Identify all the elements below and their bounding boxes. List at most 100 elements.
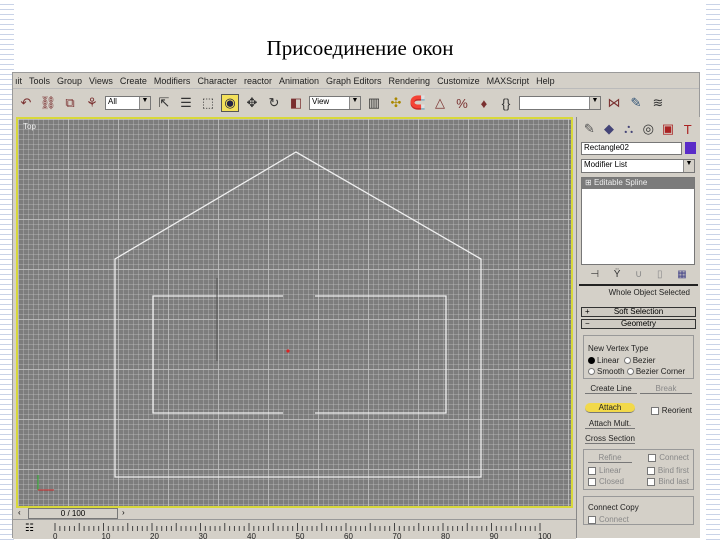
refine-button[interactable]: Refine xyxy=(588,453,632,463)
ref-coord-dropdown[interactable]: View ▼ xyxy=(309,96,361,110)
soft-selection-rollout[interactable]: + Soft Selection xyxy=(581,307,696,317)
menu-create[interactable]: Create xyxy=(120,76,147,86)
move-icon[interactable]: ✥ xyxy=(243,94,261,112)
menu-tools[interactable]: Tools xyxy=(29,76,50,86)
linear-checkbox[interactable]: Linear xyxy=(588,466,621,475)
pivot-point xyxy=(286,349,290,353)
undo-icon[interactable]: ↶ xyxy=(17,94,35,112)
pin-stack-icon[interactable]: ⊣ xyxy=(590,269,599,280)
time-next-icon[interactable]: › xyxy=(122,508,125,517)
make-unique-icon[interactable]: ∪ xyxy=(635,269,642,280)
modifier-stack: ⊞ Editable Spline xyxy=(581,177,695,265)
track-ticks xyxy=(54,523,541,531)
checkbox-label: Connect xyxy=(659,453,689,462)
modifier-list-dropdown[interactable]: Modifier List ▼ xyxy=(581,159,695,173)
rotate-icon[interactable]: ↻ xyxy=(265,94,283,112)
rollout-area[interactable]: Whole Object Selected + Soft Selection − G… xyxy=(579,284,698,525)
utilities-tab-icon[interactable]: T xyxy=(679,120,696,138)
mini-curve-editor-icon[interactable]: ☷ xyxy=(25,523,34,534)
select-by-name-icon[interactable]: ☰ xyxy=(177,94,195,112)
manipulate-icon[interactable]: ✣ xyxy=(387,94,405,112)
slide-decoration-right xyxy=(706,0,720,540)
configure-sets-icon[interactable]: ▦ xyxy=(677,269,686,280)
align-icon[interactable]: ✎ xyxy=(627,94,645,112)
create-line-button[interactable]: Create Line xyxy=(585,384,637,394)
reorient-checkbox[interactable]: Reorient xyxy=(650,406,692,415)
time-slider[interactable]: ‹ 0 / 100 › xyxy=(16,508,573,519)
layer-icon[interactable]: ≋ xyxy=(649,94,667,112)
chevron-down-icon: ▼ xyxy=(589,97,600,109)
hierarchy-tab-icon[interactable]: ⛬ xyxy=(620,120,637,138)
spinner-snap-icon[interactable]: ♦ xyxy=(475,94,493,112)
select-link-icon[interactable]: ⛓ xyxy=(39,94,57,112)
rect-selection-icon[interactable]: ⬚ xyxy=(199,94,217,112)
command-panel: ✎ ◆ ⛬ ◎ ▣ T Rectangle02 Modifier List ▼ ⊞… xyxy=(576,117,700,538)
create-tab-icon[interactable]: ✎ xyxy=(581,120,598,138)
object-name-value: Rectangle02 xyxy=(584,143,629,152)
radio-linear[interactable]: Linear xyxy=(588,356,619,365)
menu-views[interactable]: Views xyxy=(89,76,113,86)
mirror-icon[interactable]: ⋈ xyxy=(605,94,623,112)
time-prev-icon[interactable]: ‹ xyxy=(18,508,21,517)
percent-snap-icon[interactable]: % xyxy=(453,94,471,112)
chevron-down-icon: ▼ xyxy=(683,160,694,172)
named-selection-dropdown[interactable]: ▼ xyxy=(519,96,601,110)
rollout-title: Soft Selection xyxy=(613,307,664,316)
connect-copy-checkbox[interactable]: Connect xyxy=(588,515,689,524)
angle-snap-icon[interactable]: △ xyxy=(431,94,449,112)
radio-bezier[interactable]: Bezier xyxy=(623,356,656,365)
refine-group: Refine Connect Linear Bind first Closed … xyxy=(583,449,694,490)
menu-customize[interactable]: Customize xyxy=(437,76,480,86)
scale-icon[interactable]: ◧ xyxy=(287,94,305,112)
closed-checkbox[interactable]: Closed xyxy=(588,477,624,486)
stack-item-editable-spline[interactable]: ⊞ Editable Spline xyxy=(582,178,694,189)
motion-tab-icon[interactable]: ◎ xyxy=(640,120,657,138)
unlink-icon[interactable]: ⧉ xyxy=(61,94,79,112)
menu-graph-editors[interactable]: Graph Editors xyxy=(326,76,382,86)
menu-reactor[interactable]: reactor xyxy=(244,76,272,86)
break-button[interactable]: Break xyxy=(640,384,692,394)
house-outline-shape[interactable] xyxy=(114,151,482,478)
menu-edit[interactable]: ıit xyxy=(15,76,22,86)
remove-modifier-icon[interactable]: ▯ xyxy=(657,269,663,280)
menu-character[interactable]: Character xyxy=(197,76,237,86)
display-tab-icon[interactable]: ▣ xyxy=(660,120,677,138)
attach-button[interactable]: Attach xyxy=(585,402,635,413)
snap-icon[interactable]: 🧲 xyxy=(409,94,427,112)
window-shape-left[interactable] xyxy=(152,295,283,414)
window-crossing-icon[interactable]: ◉ xyxy=(221,94,239,112)
selection-filter-dropdown[interactable]: All ▼ xyxy=(105,96,151,110)
object-color-swatch[interactable] xyxy=(685,142,696,154)
geometry-rollout[interactable]: − Geometry xyxy=(581,319,696,329)
track-bar[interactable]: ☷ 0 10 20 30 40 50 60 70 80 90 100 xyxy=(13,519,576,541)
chevron-down-icon: ▼ xyxy=(349,97,360,109)
show-end-result-icon[interactable]: Ÿ xyxy=(614,269,621,280)
time-slider-thumb[interactable]: 0 / 100 xyxy=(28,508,118,519)
menu-modifiers[interactable]: Modifiers xyxy=(154,76,191,86)
connect-checkbox[interactable]: Connect xyxy=(648,453,689,463)
select-cursor-icon[interactable]: ⇱ xyxy=(155,94,173,112)
bind-first-checkbox[interactable]: Bind first xyxy=(646,466,689,475)
radio-bezier-corner[interactable]: Bezier Corner xyxy=(626,367,685,376)
viewport-top[interactable]: Top xyxy=(16,117,573,508)
menu-rendering[interactable]: Rendering xyxy=(389,76,431,86)
group-label: Connect Copy xyxy=(588,503,639,512)
main-toolbar: ↶ ⛓ ⧉ ⚘ All ▼ ⇱ ☰ ⬚ ◉ ✥ ↻ ◧ View ▼ ▥ ✣ 🧲 △… xyxy=(13,89,699,117)
menu-help[interactable]: Help xyxy=(536,76,555,86)
object-name-field[interactable]: Rectangle02 xyxy=(581,142,683,155)
named-selection-icon[interactable]: {} xyxy=(497,94,515,112)
menu-maxscript[interactable]: MAXScript xyxy=(487,76,530,86)
checkbox-label: Bind last xyxy=(658,477,689,486)
bind-last-checkbox[interactable]: Bind last xyxy=(647,477,689,486)
modifier-list-label: Modifier List xyxy=(584,160,628,169)
pivot-icon[interactable]: ▥ xyxy=(365,94,383,112)
radio-smooth[interactable]: Smooth xyxy=(588,367,625,376)
window-shape-right[interactable] xyxy=(315,295,447,414)
attach-mult-button[interactable]: Attach Mult. xyxy=(585,419,635,429)
bind-space-warp-icon[interactable]: ⚘ xyxy=(83,94,101,112)
cross-section-button[interactable]: Cross Section xyxy=(585,434,635,444)
modify-tab-icon[interactable]: ◆ xyxy=(601,120,618,138)
menu-animation[interactable]: Animation xyxy=(279,76,319,86)
menu-group[interactable]: Group xyxy=(57,76,82,86)
radio-label: Bezier xyxy=(632,356,656,365)
